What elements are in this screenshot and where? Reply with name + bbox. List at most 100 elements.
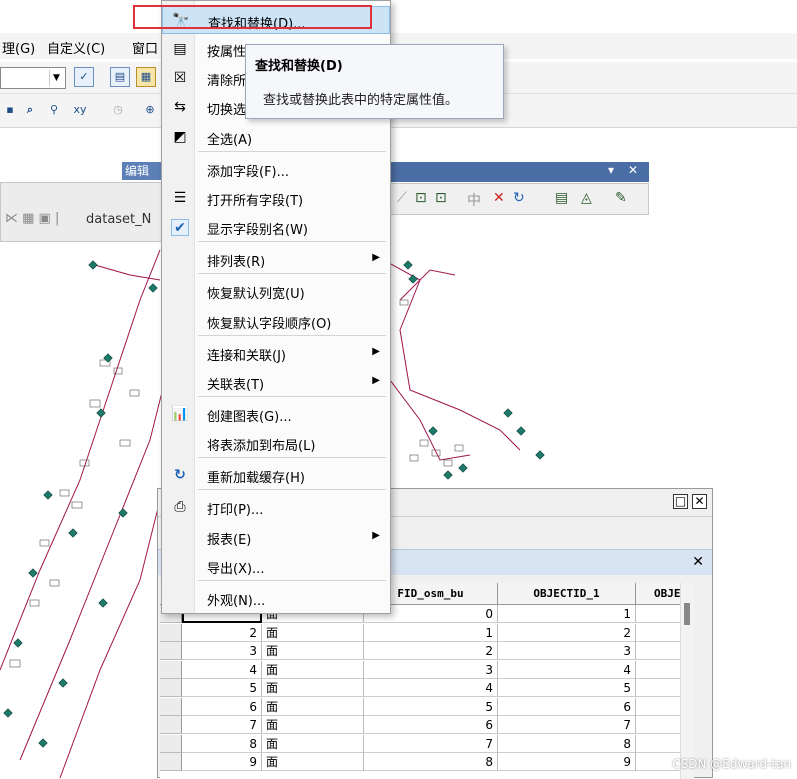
reshape-icon[interactable]: ⊡ — [435, 190, 447, 206]
rotate-icon[interactable]: ↻ — [513, 190, 525, 206]
sketch-properties-icon[interactable]: ◬ — [581, 190, 592, 206]
cell-fid: 9 — [182, 753, 262, 771]
route-icon[interactable]: ⚲ — [44, 101, 64, 121]
cell-fid: 2 — [182, 623, 262, 642]
menu-item-17[interactable]: 报表(E) ▶ — [162, 523, 390, 551]
table-row[interactable]: 3面23 — [160, 642, 690, 661]
menu-item-6[interactable]: ☰ 打开所有字段(T) — [162, 184, 390, 212]
menu-item-label: 报表(E) — [207, 533, 252, 548]
split-icon[interactable]: 中 — [467, 190, 481, 210]
menu-item-15[interactable]: ↻ 重新加载缓存(H) — [162, 461, 390, 489]
menu-item-label: 导出(X)... — [207, 562, 265, 577]
zoom-icon[interactable]: ⊕ — [140, 101, 160, 121]
cell-shape: 面 — [262, 697, 364, 716]
menu-window[interactable]: 窗口 — [132, 38, 158, 57]
scroll-thumb[interactable] — [684, 603, 690, 625]
create-features-icon[interactable]: ✎ — [615, 190, 627, 206]
close-icon[interactable]: ✕ — [692, 494, 707, 509]
table-row[interactable]: 7面67 — [160, 716, 690, 735]
bar-chart-icon: 📊 — [171, 406, 189, 422]
find-icon[interactable]: ⌕ — [20, 101, 40, 121]
table-row[interactable]: 9面89 — [160, 753, 690, 772]
menu-item-9[interactable]: 恢复默认列宽(U) — [162, 277, 390, 305]
chevron-down-icon[interactable]: ▼ — [49, 70, 63, 86]
editor-toolbar-titlebar: ▾ ✕ — [388, 162, 649, 182]
menu-item-label: 外观(N)... — [207, 594, 266, 609]
switch-selection-icon: ⇆ — [174, 99, 186, 115]
menu-item-label: 切换选 — [207, 103, 247, 118]
cut-icon[interactable]: ✕ — [493, 190, 505, 206]
table-row[interactable]: 2面12 — [160, 623, 690, 643]
tooltip-description: 查找或替换此表中的特定属性值。 — [263, 93, 459, 108]
menu-separator — [198, 335, 386, 336]
close-icon[interactable]: ✕ — [692, 554, 704, 570]
menu-item-11[interactable]: 连接和关联(J) ▶ — [162, 339, 390, 367]
menu-item-label: 创建图表(G)... — [207, 410, 292, 425]
menu-item-14[interactable]: 将表添加到布局(L) — [162, 429, 390, 457]
cell-shape: 面 — [262, 660, 364, 679]
menu-item-label: 打印(P)... — [207, 503, 264, 518]
menu-item-12[interactable]: 关联表(T) ▶ — [162, 368, 390, 396]
menu-customize[interactable]: 自定义(C) — [47, 38, 105, 57]
maximize-icon[interactable]: □ — [673, 494, 688, 509]
table-row[interactable]: 6面56 — [160, 697, 690, 717]
menu-item-19[interactable]: 外观(N)... — [162, 584, 390, 612]
menu-item-18[interactable]: 导出(X)... — [162, 552, 390, 580]
checkmark-icon: ✔ — [171, 219, 189, 236]
select-all-icon: ◩ — [173, 129, 187, 145]
cell-fid-osm: 2 — [364, 642, 498, 660]
cell-objectid: 6 — [498, 697, 636, 716]
close-icon[interactable]: ✕ — [628, 163, 638, 177]
menu-item-8[interactable]: 排列表(R) ▶ — [162, 245, 390, 273]
row-selector[interactable] — [160, 716, 182, 734]
time-slider-icon[interactable]: ◷ — [108, 101, 128, 121]
row-selector[interactable] — [160, 623, 182, 642]
catalog-icon[interactable]: ▦ — [136, 67, 156, 87]
editor-toolbar-title: 编辑 — [122, 162, 162, 180]
table-icon[interactable]: ▤ — [110, 67, 130, 87]
edit-tools-icon[interactable]: ⋉ ▦ ▣ | — [5, 211, 59, 226]
menu-item-5[interactable]: 添加字段(F)... — [162, 155, 390, 183]
attributes-icon[interactable]: ▤ — [555, 190, 568, 206]
menu-item-7[interactable]: ✔ 显示字段别名(W) — [162, 213, 390, 241]
cell-fid-osm: 3 — [364, 660, 498, 679]
cell-fid: 4 — [182, 660, 262, 679]
scale-combo[interactable]: ▼ — [0, 67, 66, 89]
table-row[interactable]: 5面45 — [160, 679, 690, 698]
submenu-arrow-icon: ▶ — [372, 346, 380, 357]
cell-shape: 面 — [262, 734, 364, 753]
menu-item-label: 添加字段(F)... — [207, 165, 290, 180]
menu-item-label: 将表添加到布局(L) — [207, 439, 316, 454]
vertex-icon[interactable]: ⊡ — [415, 190, 427, 206]
menu-item-label: 关联表(T) — [207, 378, 265, 393]
watermark: CSDN @Edward-tan — [672, 757, 791, 771]
table-row[interactable]: 8面78 — [160, 734, 690, 754]
menu-item-4[interactable]: ◩ 全选(A) — [162, 123, 390, 151]
cell-fid: 7 — [182, 716, 262, 734]
menu-item-16[interactable]: ⎙ 打印(P)... — [162, 493, 390, 521]
menu-item-label: 全选(A) — [207, 133, 253, 148]
row-selector[interactable] — [160, 753, 182, 771]
row-selector[interactable] — [160, 642, 182, 660]
column-header-objectid[interactable]: OBJECTID_1 — [498, 583, 636, 605]
cell-fid-osm: 5 — [364, 697, 498, 716]
chevron-down-icon[interactable]: ▾ — [608, 163, 614, 177]
row-selector[interactable] — [160, 679, 182, 697]
editor-tool-icon[interactable]: ✓ — [74, 67, 94, 87]
vertical-scrollbar[interactable] — [680, 583, 694, 779]
menu-item-10[interactable]: 恢复默认字段顺序(O) — [162, 307, 390, 335]
arrow-icon[interactable]: ▪ — [0, 101, 20, 121]
cell-fid-osm: 4 — [364, 679, 498, 697]
sketch-icon[interactable]: ⟋ — [397, 190, 407, 206]
clear-selection-icon: ☒ — [173, 70, 187, 86]
menu-geoprocessing[interactable]: 理(G) — [2, 38, 35, 57]
row-selector[interactable] — [160, 697, 182, 716]
menu-separator — [198, 151, 386, 152]
dataset-tab[interactable]: dataset_N — [86, 212, 151, 227]
row-selector[interactable] — [160, 660, 182, 679]
table-row[interactable]: 4面34 — [160, 660, 690, 680]
menu-item-13[interactable]: 📊 创建图表(G)... — [162, 400, 390, 428]
xy-icon[interactable]: xy — [70, 101, 90, 121]
row-selector[interactable] — [160, 734, 182, 753]
menu-item-label: 重新加载缓存(H) — [207, 471, 305, 486]
